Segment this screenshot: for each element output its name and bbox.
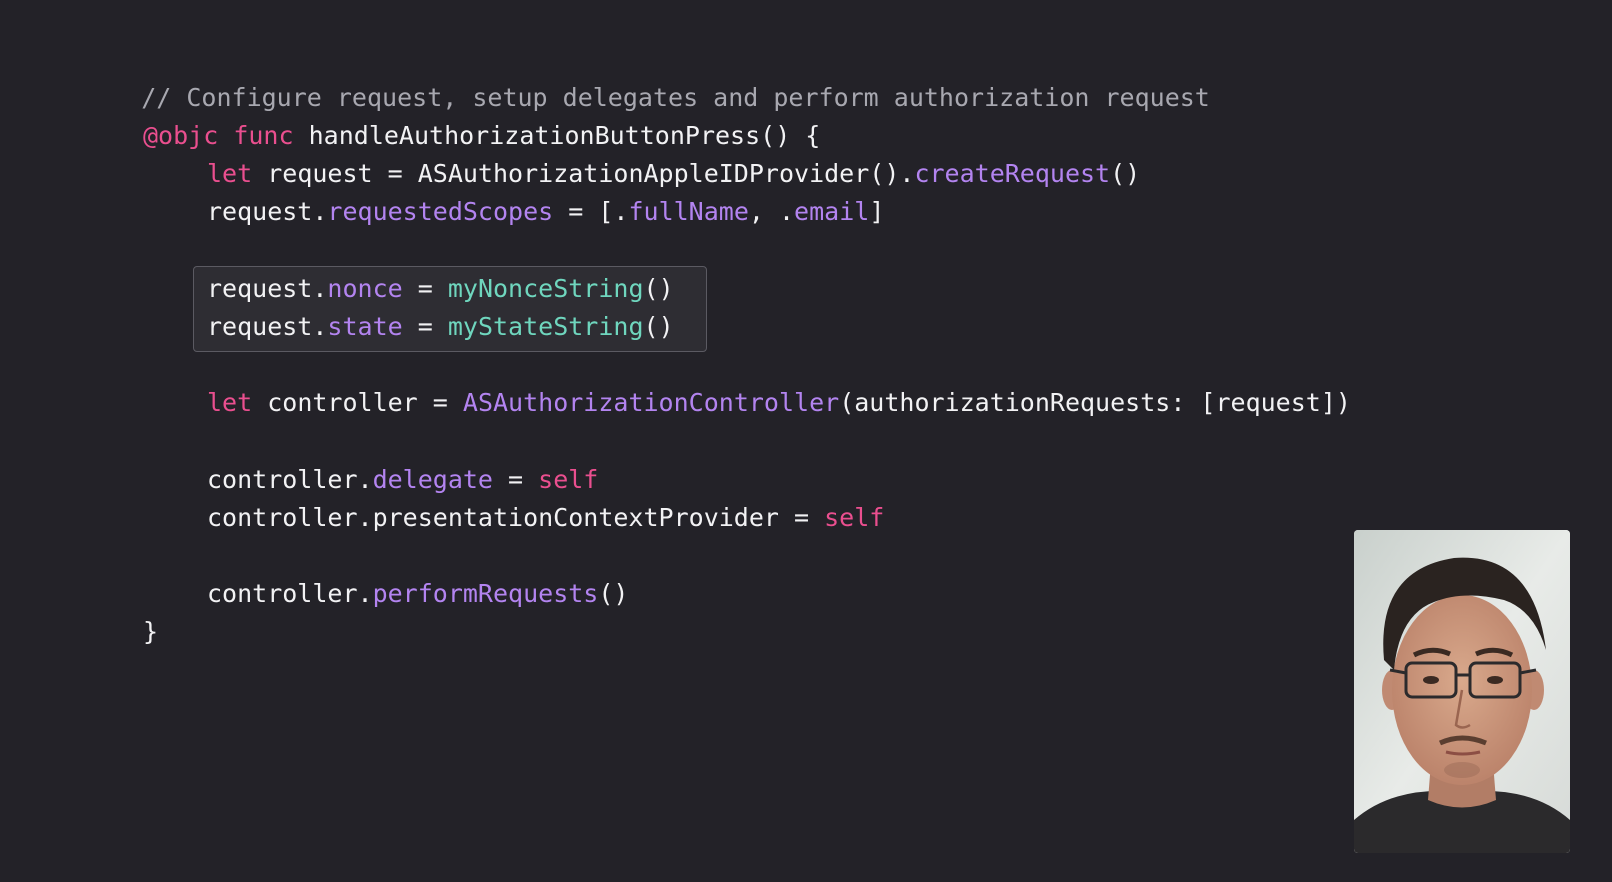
my-nonce-string-call: myNonceString: [447, 274, 644, 303]
code-comment: // Configure request, setup delegates an…: [81, 53, 1210, 112]
state-parens: (): [643, 312, 674, 341]
let-keyword: let: [207, 159, 253, 188]
delegate-receiver: controller.: [207, 465, 373, 494]
presenter-video-thumbnail: [1354, 530, 1570, 853]
self-keyword: self: [824, 503, 885, 532]
authorization-requests-args: (authorizationRequests: [request]): [839, 388, 1351, 417]
scopes-close-bracket: ]: [869, 197, 885, 226]
my-state-string-call: myStateString: [447, 312, 644, 341]
comment-text: // Configure request, setup delegates an…: [141, 83, 1210, 112]
request-provider-text: request = ASAuthorizationAppleIDProvider…: [267, 159, 915, 188]
nonce-assign: =: [402, 274, 448, 303]
presenter-portrait-icon: [1354, 530, 1570, 853]
delegate-assign: =: [493, 465, 539, 494]
scopes-receiver: request.: [207, 197, 328, 226]
let-keyword: let: [207, 388, 253, 417]
email-scope: email: [794, 197, 870, 226]
func-keyword: func: [233, 121, 294, 150]
state-assign: =: [402, 312, 448, 341]
code-line-presentation-context: controller.presentationContextProvider =…: [207, 503, 884, 533]
code-line-let-controller: let controller = ASAuthorizationControll…: [207, 388, 1351, 418]
create-request-parens: (): [1110, 159, 1141, 188]
perform-parens: (): [598, 579, 629, 608]
self-keyword: self: [538, 465, 599, 494]
state-receiver: request.: [207, 312, 328, 341]
nonce-receiver: request.: [207, 274, 328, 303]
create-request-call: createRequest: [914, 159, 1111, 188]
code-line-delegate: controller.delegate = self: [207, 465, 598, 495]
code-line-let-request: let request = ASAuthorizationAppleIDProv…: [207, 159, 1140, 189]
objc-attribute: @objc: [143, 121, 219, 150]
scopes-assign: = [.: [553, 197, 629, 226]
delegate-property: delegate: [372, 465, 493, 494]
authorization-controller-type: ASAuthorizationController: [462, 388, 840, 417]
nonce-parens: (): [643, 274, 674, 303]
code-line-requested-scopes: request.requestedScopes = [.fullName, .e…: [207, 197, 884, 227]
closing-brace: }: [143, 617, 159, 646]
presentation-context-assign: controller.presentationContextProvider =: [207, 503, 825, 532]
code-line-nonce: request.nonce = myNonceString(): [207, 274, 674, 304]
code-line-func-declaration: @objc func handleAuthorizationButtonPres…: [143, 121, 820, 151]
func-name: handleAuthorizationButtonPress() {: [308, 121, 821, 150]
state-property: state: [327, 312, 403, 341]
code-line-perform-requests: controller.performRequests(): [207, 579, 628, 609]
controller-assign: controller =: [267, 388, 463, 417]
nonce-property: nonce: [327, 274, 403, 303]
scopes-separator: , .: [748, 197, 795, 226]
code-line-state: request.state = myStateString(): [207, 312, 674, 342]
full-name-scope: fullName: [628, 197, 749, 226]
perform-requests-call: performRequests: [372, 579, 599, 608]
code-slide: // Configure request, setup delegates an…: [0, 0, 1612, 882]
requested-scopes-property: requestedScopes: [327, 197, 554, 226]
code-line-closing-brace: }: [143, 617, 158, 647]
perform-receiver: controller.: [207, 579, 373, 608]
